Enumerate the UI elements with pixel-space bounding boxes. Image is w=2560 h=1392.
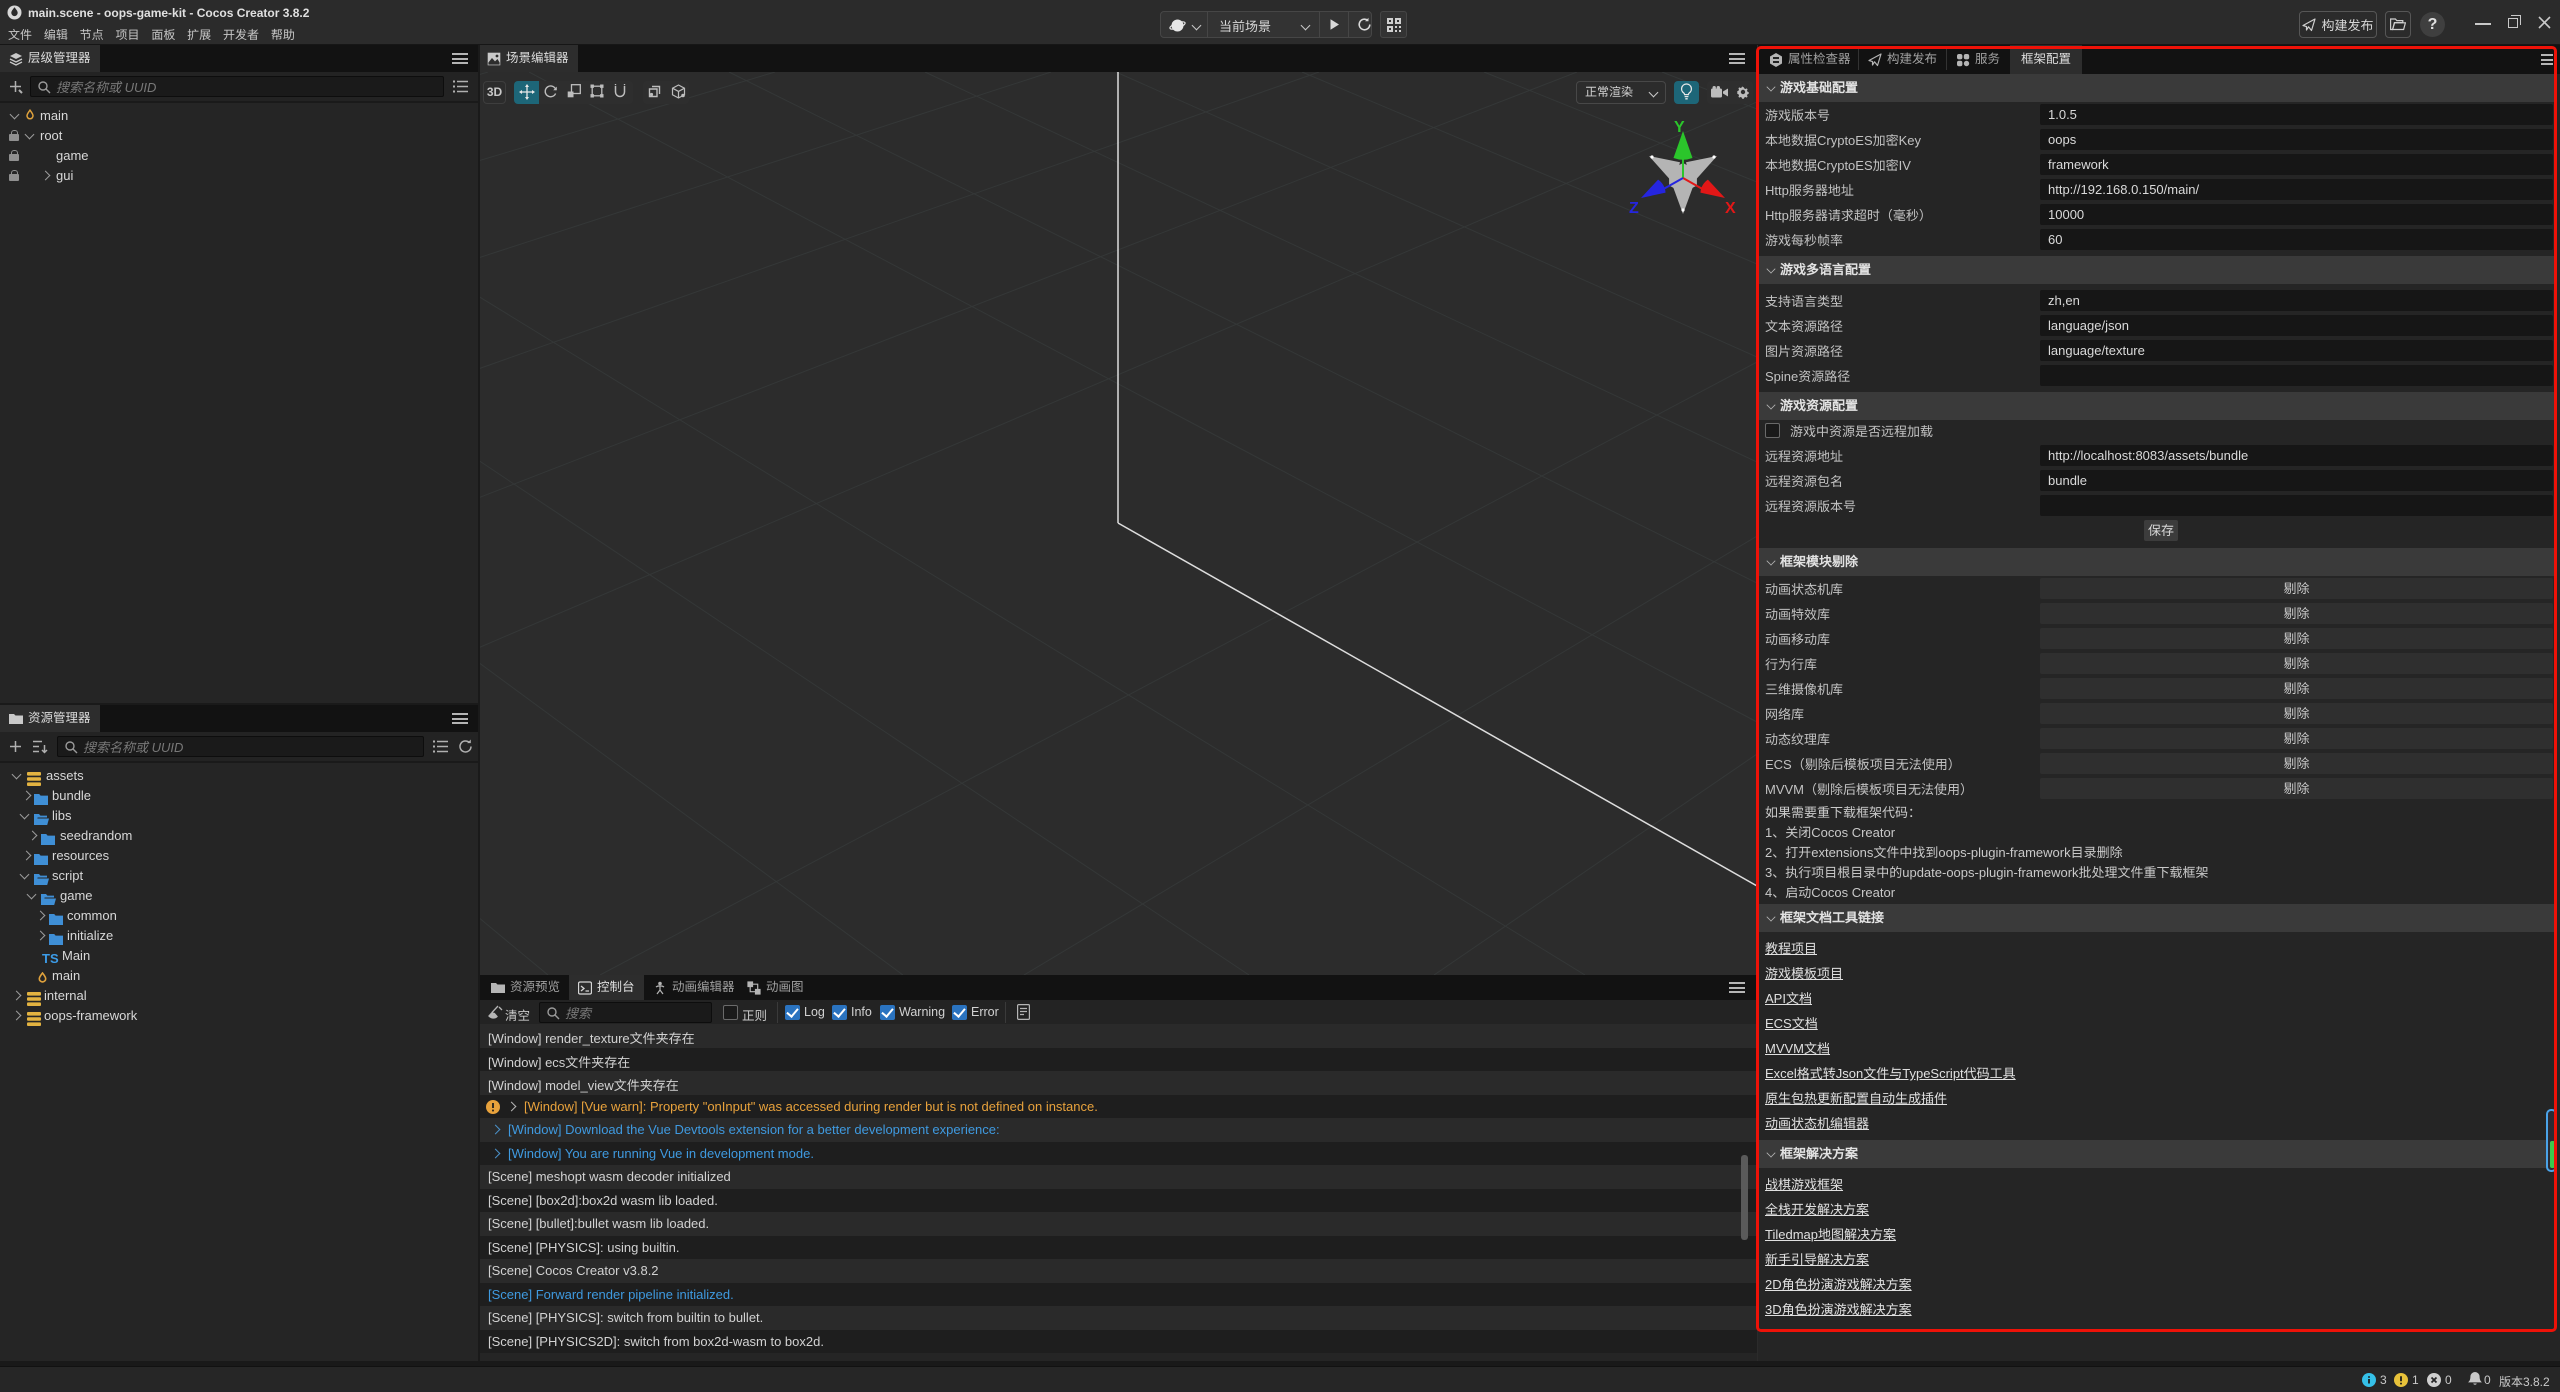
svg-text:Z: Z [1629, 200, 1639, 217]
svg-text:X: X [1725, 200, 1736, 217]
svg-text:Y: Y [1674, 119, 1685, 136]
